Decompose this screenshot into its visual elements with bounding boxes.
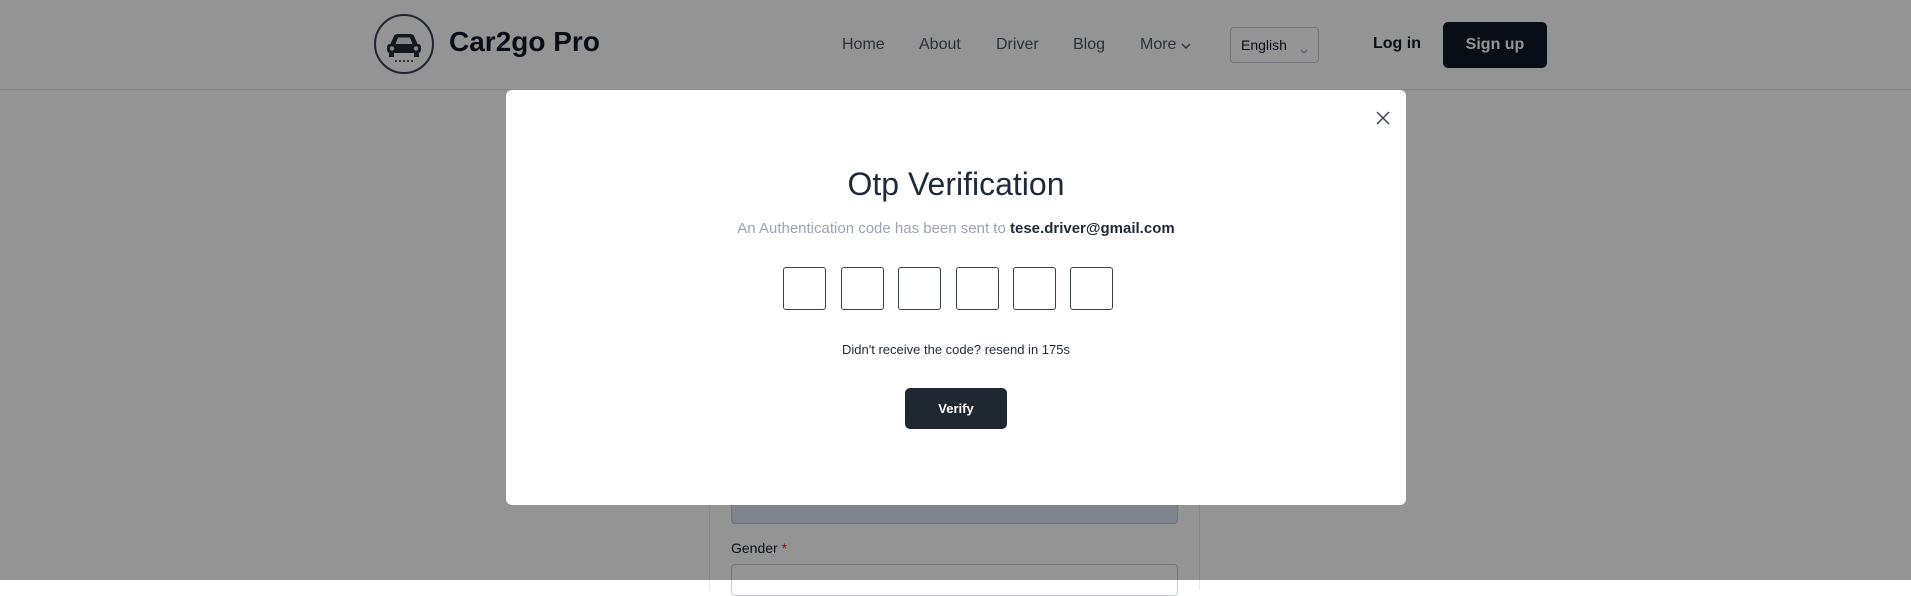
otp-verification-modal: Otp Verification An Authentication code … [506,90,1406,505]
resend-timer-text: Didn't receive the code? resend in 175s [842,342,1070,357]
otp-input-3[interactable] [898,267,941,310]
close-icon[interactable] [1372,107,1394,129]
modal-title: Otp Verification [847,166,1065,202]
otp-input-1[interactable] [783,267,826,310]
subtitle-prefix: An Authentication code has been sent to [737,220,1006,237]
verify-button[interactable]: Verify [905,388,1007,429]
modal-subtitle: An Authentication code has been sent to … [506,220,1406,237]
otp-input-5[interactable] [1013,267,1056,310]
otp-input-6[interactable] [1070,267,1113,310]
target-email: tese.driver@gmail.com [1010,220,1175,237]
otp-input-2[interactable] [841,267,884,310]
otp-input-4[interactable] [956,267,999,310]
